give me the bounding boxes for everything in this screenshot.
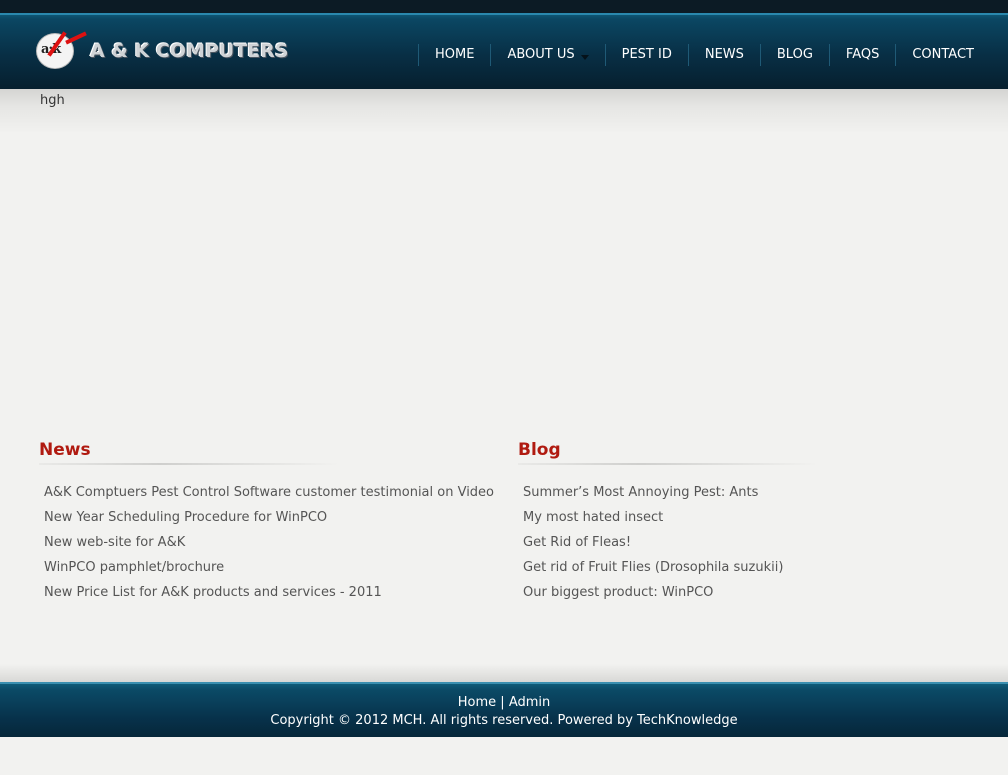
blog-item[interactable]: Get rid of Fruit Flies (Drosophila suzuk…: [523, 560, 978, 585]
site-header: a:k A & K COMPUTERS HOME ABOUT US PEST I…: [0, 13, 1008, 89]
chevron-down-icon: [580, 54, 589, 60]
footer-home-link[interactable]: Home: [458, 695, 496, 710]
footer-separator: |: [500, 695, 505, 710]
blog-section: Blog Summer’s Most Annoying Pest: Ants M…: [518, 440, 978, 610]
banner-text: hgh: [40, 93, 65, 108]
main-nav: HOME ABOUT US PEST ID NEWS BLOG FAQS CON…: [417, 44, 990, 66]
news-item[interactable]: New Price List for A&K products and serv…: [44, 585, 499, 610]
divider: [39, 463, 339, 465]
nav-home[interactable]: HOME: [417, 44, 490, 66]
logo-title: A & K COMPUTERS: [90, 40, 289, 62]
blog-item[interactable]: Summer’s Most Annoying Pest: Ants: [523, 485, 978, 510]
logo[interactable]: a:k A & K COMPUTERS: [36, 31, 289, 69]
site-footer: Home | Admin Copyright © 2012 MCH. All r…: [0, 682, 1008, 737]
logo-icon: a:k: [36, 31, 87, 69]
nav-news[interactable]: NEWS: [687, 44, 760, 66]
nav-blog-label: BLOG: [776, 47, 813, 62]
nav-contact[interactable]: CONTACT: [895, 44, 990, 66]
blog-item[interactable]: Get Rid of Fleas!: [523, 535, 978, 560]
nav-contact-label: CONTACT: [912, 47, 974, 62]
nav-about-us-label: ABOUT US: [507, 47, 575, 62]
nav-pest-id-label: PEST ID: [621, 47, 672, 62]
nav-faqs-label: FAQS: [845, 47, 880, 62]
news-item[interactable]: A&K Comptuers Pest Control Software cust…: [44, 485, 499, 510]
nav-home-label: HOME: [434, 47, 475, 62]
footer-admin-link[interactable]: Admin: [509, 695, 550, 710]
blog-item[interactable]: My most hated insect: [523, 510, 978, 535]
nav-news-label: NEWS: [704, 47, 744, 62]
nav-pest-id[interactable]: PEST ID: [604, 44, 688, 66]
nav-about-us[interactable]: ABOUT US: [490, 44, 604, 66]
logo-swoosh: [65, 31, 87, 45]
nav-blog[interactable]: BLOG: [759, 44, 829, 66]
footer-links: Home | Admin: [0, 695, 1008, 711]
top-bar: [0, 0, 1008, 13]
news-list: A&K Comptuers Pest Control Software cust…: [44, 485, 499, 610]
news-item[interactable]: WinPCO pamphlet/brochure: [44, 560, 499, 585]
divider: [518, 463, 818, 465]
news-item[interactable]: New Year Scheduling Procedure for WinPCO: [44, 510, 499, 535]
blog-list: Summer’s Most Annoying Pest: Ants My mos…: [523, 485, 978, 610]
blog-heading: Blog: [518, 440, 561, 460]
news-section: News A&K Comptuers Pest Control Software…: [39, 440, 499, 610]
footer-shadow: [0, 664, 1008, 682]
nav-faqs[interactable]: FAQS: [828, 44, 895, 66]
blog-item[interactable]: Our biggest product: WinPCO: [523, 585, 978, 610]
news-heading: News: [39, 440, 91, 460]
copyright-text: Copyright © 2012 MCH. All rights reserve…: [270, 713, 738, 728]
banner: hgh: [0, 89, 1008, 134]
news-item[interactable]: New web-site for A&K: [44, 535, 499, 560]
